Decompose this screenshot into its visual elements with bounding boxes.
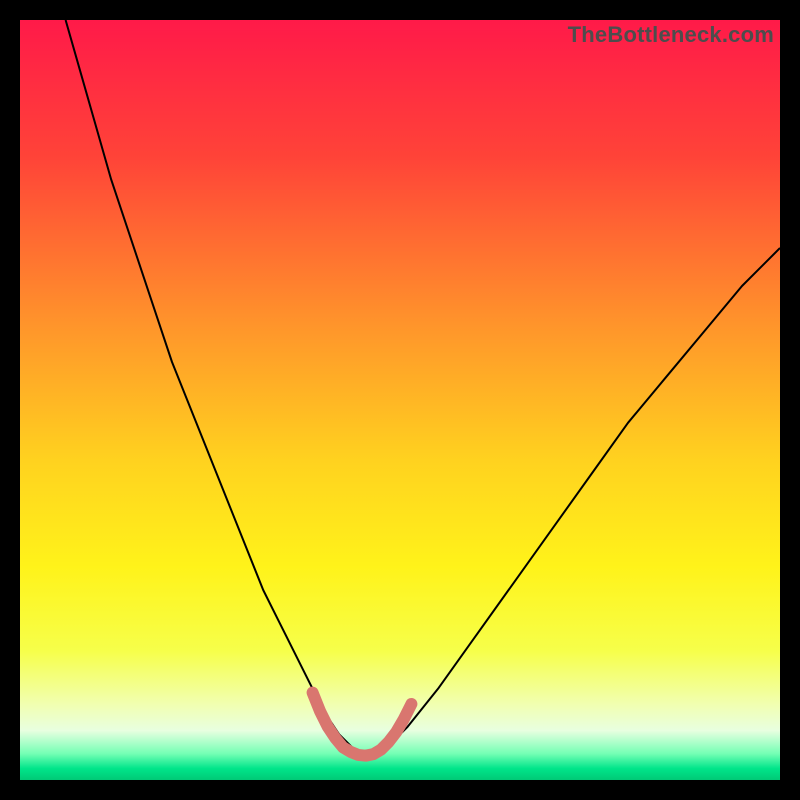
- plot-area: TheBottleneck.com: [20, 20, 780, 780]
- chart-frame: TheBottleneck.com: [20, 20, 780, 780]
- curve-layer: [20, 20, 780, 780]
- optimal-zone-highlight: [313, 693, 412, 756]
- bottleneck-curve: [66, 20, 780, 757]
- watermark-text: TheBottleneck.com: [568, 22, 774, 48]
